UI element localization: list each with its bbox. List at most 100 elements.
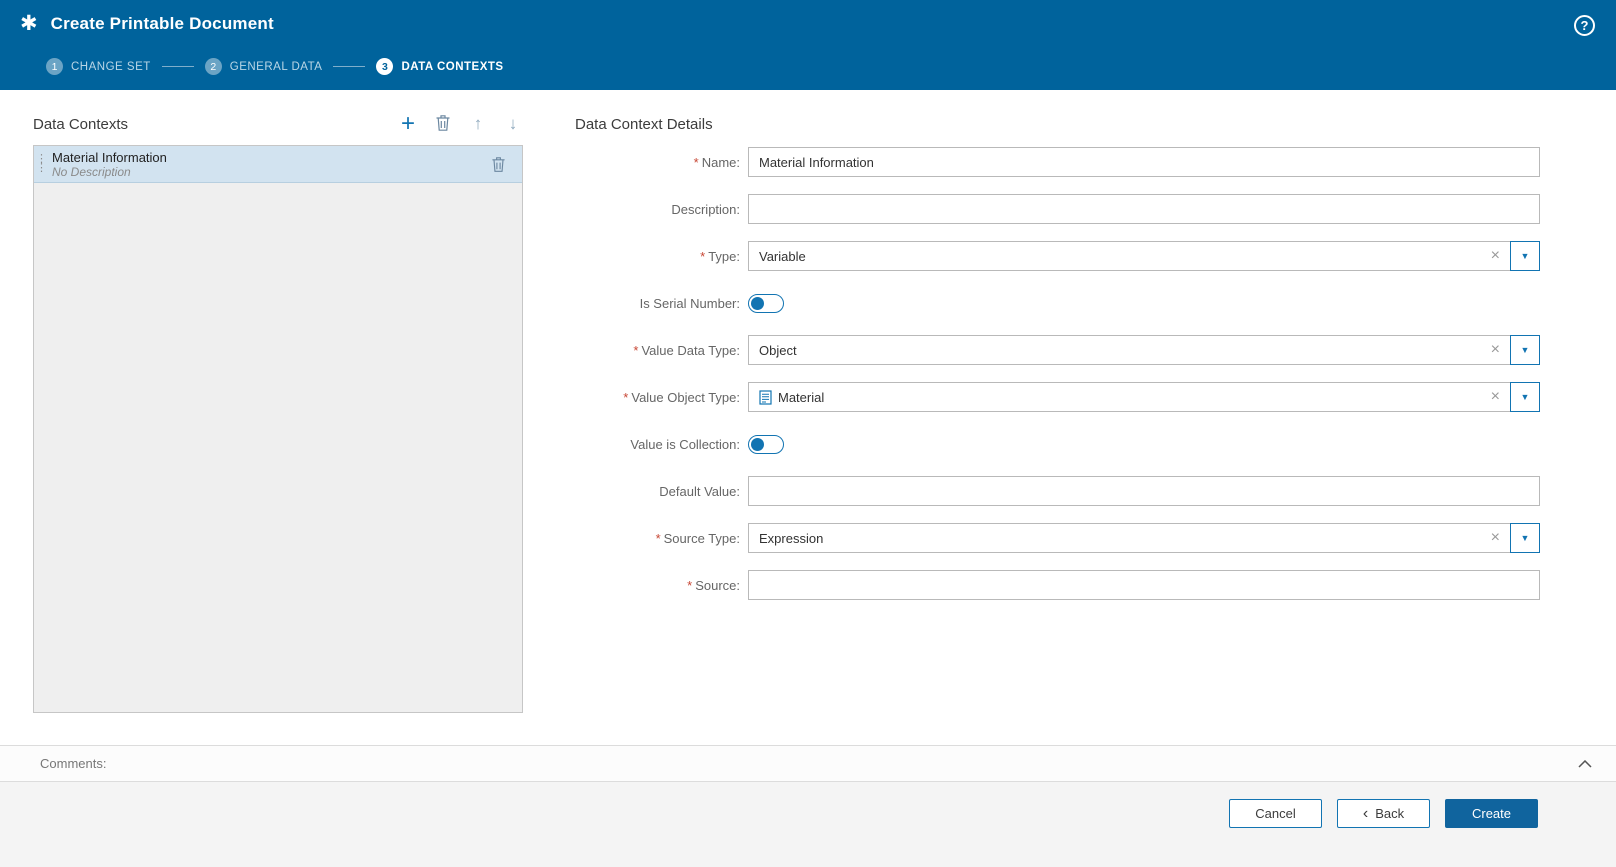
data-context-details-panel: Data Context Details *Name: Description:…	[556, 116, 1540, 617]
step-1-label: CHANGE SET	[71, 60, 151, 73]
default-value-input[interactable]	[748, 476, 1540, 506]
list-item[interactable]: ⋮ ⋮ Material Information No Description	[34, 146, 522, 183]
type-combobox: Variable × ▼	[748, 241, 1540, 271]
value-is-collection-toggle[interactable]	[748, 434, 784, 454]
data-contexts-title: Data Contexts	[33, 115, 129, 133]
form-row-value-object-type: * Value Object Type: Material × ▼	[556, 382, 1540, 412]
description-label: Description:	[671, 201, 740, 217]
is-serial-number-label: Is Serial Number:	[639, 295, 740, 311]
required-marker: *	[700, 248, 706, 264]
name-label: * Name:	[693, 154, 740, 170]
list-item-name: Material Information	[52, 149, 167, 165]
type-label: * Type:	[700, 248, 740, 264]
step-1-circle: 1	[46, 58, 63, 75]
step-general-data[interactable]: 2 GENERAL DATA	[204, 58, 323, 75]
add-data-context-button[interactable]: +	[398, 110, 418, 137]
value-data-type-label: * Value Data Type:	[633, 342, 740, 358]
chevron-down-icon: ▼	[1520, 533, 1530, 543]
value-object-type-value: Material	[778, 389, 825, 405]
comments-bar: Comments:	[0, 745, 1616, 782]
required-marker: *	[633, 342, 639, 358]
list-item-description: No Description	[52, 164, 131, 179]
chevron-down-icon: ▼	[1520, 251, 1530, 261]
value-is-collection-label: Value is Collection:	[630, 436, 740, 452]
source-type-value: Expression	[759, 530, 824, 546]
required-marker: *	[693, 154, 699, 170]
source-input[interactable]	[748, 570, 1540, 600]
data-contexts-header: Data Contexts + ↑ ↓	[33, 110, 523, 138]
create-button[interactable]: Create	[1445, 799, 1538, 828]
step-connector	[161, 66, 194, 67]
list-item-texts: Material Information No Description	[52, 150, 167, 179]
chevron-up-icon	[1578, 756, 1592, 771]
step-3-label: DATA CONTEXTS	[401, 60, 504, 73]
chevron-down-icon: ▼	[1520, 392, 1530, 402]
step-data-contexts[interactable]: 3 DATA CONTEXTS	[376, 58, 503, 75]
description-input[interactable]	[748, 194, 1540, 224]
value-data-type-value: Object	[759, 342, 797, 358]
type-value: Variable	[759, 248, 806, 264]
value-object-type-label: * Value Object Type:	[623, 389, 740, 405]
drag-handle-icon[interactable]: ⋮ ⋮	[34, 154, 48, 174]
value-data-type-dropdown-button[interactable]: ▼	[1510, 335, 1540, 365]
header-title-row: ✱ Create Printable Document	[0, 0, 1616, 35]
form-row-source-type: * Source Type: Expression × ▼	[556, 523, 1540, 553]
step-2-label: GENERAL DATA	[229, 60, 323, 73]
arrow-down-icon: ↓	[508, 114, 518, 133]
value-object-type-dropdown-button[interactable]: ▼	[1510, 382, 1540, 412]
step-2-circle: 2	[204, 58, 222, 75]
step-change-set[interactable]: 1 CHANGE SET	[46, 58, 151, 75]
toggle-knob	[751, 437, 764, 451]
source-label: * Source:	[687, 577, 740, 593]
source-type-label: * Source Type:	[655, 530, 740, 546]
help-button[interactable]: ?	[1574, 15, 1595, 36]
move-up-button[interactable]: ↑	[468, 113, 488, 135]
value-data-type-value-box[interactable]: Object ×	[748, 335, 1511, 365]
form-row-type: * Type: Variable × ▼	[556, 241, 1540, 271]
comments-label: Comments:	[40, 756, 107, 771]
back-button[interactable]: ‹ Back	[1337, 799, 1430, 828]
app-logo-icon: ✱	[20, 12, 38, 35]
form-row-value-data-type: * Value Data Type: Object × ▼	[556, 335, 1540, 365]
clear-icon[interactable]: ×	[1487, 389, 1504, 405]
footer-action-bar: Cancel ‹ Back Create	[0, 782, 1616, 867]
is-serial-number-toggle[interactable]	[748, 293, 784, 313]
delete-item-button[interactable]	[491, 156, 506, 176]
type-dropdown-button[interactable]: ▼	[1510, 241, 1540, 271]
value-data-type-combobox: Object × ▼	[748, 335, 1540, 365]
type-combobox-value-box[interactable]: Variable ×	[748, 241, 1511, 271]
name-input[interactable]	[748, 147, 1540, 177]
add-icon: +	[400, 110, 415, 137]
move-down-button[interactable]: ↓	[503, 113, 523, 135]
source-type-dropdown-button[interactable]: ▼	[1510, 523, 1540, 553]
form-row-description: Description:	[556, 194, 1540, 224]
form-row-default-value: Default Value:	[556, 476, 1540, 506]
value-object-type-value-box[interactable]: Material ×	[748, 382, 1511, 412]
form-row-value-is-collection: Value is Collection:	[556, 429, 1540, 459]
clear-icon[interactable]: ×	[1487, 342, 1504, 358]
default-value-label: Default Value:	[659, 483, 740, 499]
clear-icon[interactable]: ×	[1487, 248, 1504, 264]
data-contexts-list: ⋮ ⋮ Material Information No Description	[33, 145, 523, 713]
form-row-source: * Source:	[556, 570, 1540, 600]
required-marker: *	[655, 530, 661, 546]
chevron-left-icon: ‹	[1362, 805, 1369, 822]
trash-icon	[491, 157, 506, 176]
cancel-button[interactable]: Cancel	[1229, 799, 1322, 828]
help-icon: ?	[1580, 18, 1589, 33]
page-title: Create Printable Document	[50, 14, 274, 33]
trash-icon	[435, 114, 451, 135]
chevron-down-icon: ▼	[1520, 345, 1530, 355]
data-contexts-toolbar: + ↑ ↓	[398, 110, 523, 137]
required-marker: *	[623, 389, 629, 405]
collapse-comments-button[interactable]	[1578, 756, 1592, 771]
value-object-type-combobox: Material × ▼	[748, 382, 1540, 412]
source-type-value-box[interactable]: Expression ×	[748, 523, 1511, 553]
wizard-stepper: 1 CHANGE SET 2 GENERAL DATA 3 DATA CONTE…	[46, 58, 504, 75]
form-row-is-serial-number: Is Serial Number:	[556, 288, 1540, 318]
required-marker: *	[687, 577, 693, 593]
clear-icon[interactable]: ×	[1487, 530, 1504, 546]
delete-data-context-button[interactable]	[433, 113, 453, 135]
details-title: Data Context Details	[575, 116, 713, 133]
step-connector	[333, 66, 366, 67]
